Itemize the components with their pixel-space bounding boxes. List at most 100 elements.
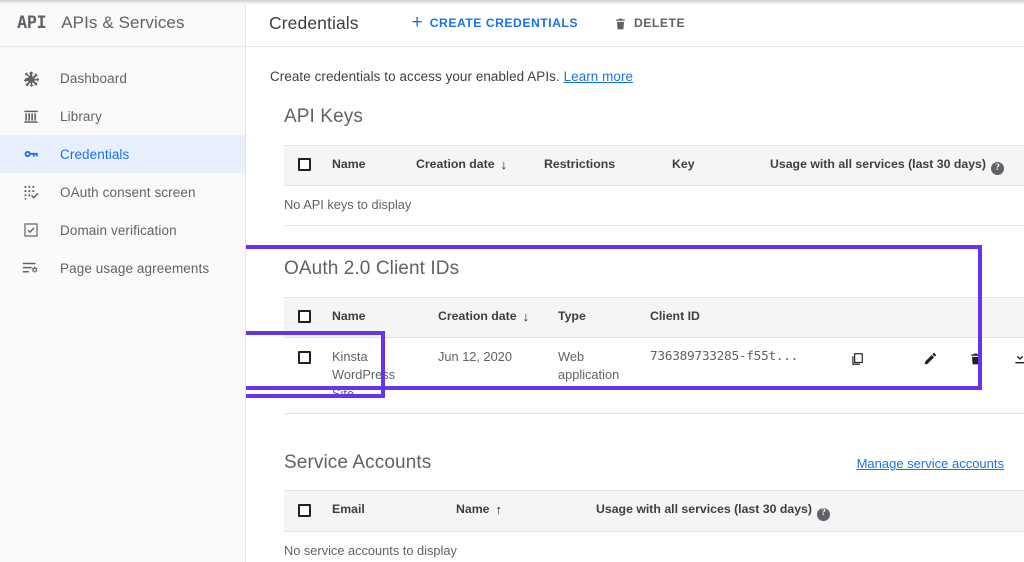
sidebar-nav: Dashboard Library xyxy=(0,47,245,287)
oauth-row-name: Kinsta WordPress Site xyxy=(332,337,438,414)
service-accounts-col-usage-label: Usage with all services (last 30 days) xyxy=(596,502,812,516)
select-all-checkbox[interactable] xyxy=(298,310,311,323)
oauth-clients-header: OAuth 2.0 Client IDs xyxy=(284,258,1024,280)
table-row[interactable]: Kinsta WordPress Site Jun 12, 2020 Web a… xyxy=(284,337,1024,414)
create-credentials-label: CREATE CREDENTIALS xyxy=(430,16,578,30)
checkbox-verified-icon xyxy=(21,220,41,240)
sidebar-item-dashboard[interactable]: Dashboard xyxy=(0,59,245,97)
content-area: Create credentials to access your enable… xyxy=(246,47,1024,562)
service-accounts-empty-row: No service accounts to display xyxy=(284,531,1024,562)
api-keys-col-creation-date-label: Creation date xyxy=(416,157,495,171)
sort-desc-icon: ↓ xyxy=(523,308,530,327)
page-title: Credentials xyxy=(269,13,359,34)
sidebar-item-credentials[interactable]: Credentials xyxy=(0,135,245,173)
select-all-checkbox[interactable] xyxy=(298,504,311,517)
trash-icon xyxy=(614,16,627,31)
sidebar-item-label: Credentials xyxy=(60,147,129,162)
sidebar-item-label: OAuth consent screen xyxy=(60,185,196,200)
create-credentials-button[interactable]: + CREATE CREDENTIALS xyxy=(412,14,578,32)
key-icon xyxy=(21,144,41,164)
oauth-table-header-row: Name Creation date ↓ Type Client ID xyxy=(284,297,1024,337)
oauth-row-actions xyxy=(842,337,1024,414)
plus-icon: + xyxy=(412,13,423,32)
oauth-col-name[interactable]: Name xyxy=(332,297,438,337)
oauth-clients-table: Name Creation date ↓ Type Client ID xyxy=(284,297,1024,414)
sidebar-item-page-usage-agreements[interactable]: Page usage agreements xyxy=(0,249,245,287)
oauth-col-type[interactable]: Type xyxy=(558,297,650,337)
sort-desc-icon: ↓ xyxy=(501,156,508,175)
service-accounts-table-header-row: Email Name ↑ Usage with all services (las… xyxy=(284,491,1024,531)
main-content: Credentials + CREATE CREDENTIALS DELETE … xyxy=(246,0,1024,562)
service-accounts-col-email[interactable]: Email xyxy=(332,491,456,531)
select-all-checkbox[interactable] xyxy=(298,158,311,171)
download-icon[interactable] xyxy=(1009,348,1024,370)
sidebar-item-label: Domain verification xyxy=(60,223,177,238)
oauth-row-type: Web application xyxy=(558,337,650,414)
row-checkbox[interactable] xyxy=(298,351,311,364)
oauth-row-creation-date: Jun 12, 2020 xyxy=(438,337,558,414)
credentials-page: API APIs & Services Dashboard xyxy=(0,0,1024,562)
service-accounts-col-name-label: Name xyxy=(456,502,490,516)
oauth-clients-section: OAuth 2.0 Client IDs Name xyxy=(246,258,1024,414)
api-keys-col-name[interactable]: Name xyxy=(332,146,416,186)
api-keys-col-usage: Usage with all services (last 30 days)? xyxy=(770,146,1024,186)
service-accounts-section: Service Accounts Manage service accounts… xyxy=(246,452,1024,562)
sidebar-header: API APIs & Services xyxy=(0,0,245,47)
intro-sentence: Create credentials to access your enable… xyxy=(270,69,560,84)
help-icon[interactable]: ? xyxy=(817,508,830,521)
api-logo-icon: API xyxy=(17,15,46,32)
sidebar-item-domain-verification[interactable]: Domain verification xyxy=(0,211,245,249)
service-accounts-col-usage: Usage with all services (last 30 days)? xyxy=(596,491,1024,531)
oauth-col-client-id[interactable]: Client ID xyxy=(650,297,842,337)
api-keys-empty-text: No API keys to display xyxy=(284,186,1024,226)
help-icon[interactable]: ? xyxy=(991,162,1004,175)
service-accounts-col-name[interactable]: Name ↑ xyxy=(456,491,596,531)
sidebar-item-oauth-consent-screen[interactable]: OAuth consent screen xyxy=(0,173,245,211)
api-keys-title: API Keys xyxy=(284,106,363,128)
delete-icon[interactable] xyxy=(964,348,986,370)
copy-icon[interactable] xyxy=(846,348,868,370)
oauth-row-type-text: Web application xyxy=(558,348,616,385)
sort-asc-icon: ↑ xyxy=(496,501,503,520)
api-keys-section: API Keys Name Cre xyxy=(246,106,1024,226)
sidebar-item-library[interactable]: Library xyxy=(0,97,245,135)
api-keys-table-header-row: Name Creation date ↓ Restrictions Key Usa… xyxy=(284,146,1024,186)
learn-more-link[interactable]: Learn more xyxy=(564,69,633,84)
oauth-row-select-cell xyxy=(284,337,332,414)
sidebar-item-label: Dashboard xyxy=(60,71,127,86)
sidebar-item-label: Page usage agreements xyxy=(60,261,209,276)
app-title: APIs & Services xyxy=(61,13,184,33)
service-accounts-select-all-header xyxy=(284,491,332,531)
oauth-row-name-text: Kinsta WordPress Site xyxy=(332,348,398,404)
oauth-col-actions xyxy=(842,297,1024,337)
oauth-select-all-header xyxy=(284,297,332,337)
oauth-clients-title: OAuth 2.0 Client IDs xyxy=(284,258,459,280)
dashboard-move-icon xyxy=(21,68,41,88)
api-keys-col-restrictions[interactable]: Restrictions xyxy=(544,146,672,186)
manage-service-accounts-link[interactable]: Manage service accounts xyxy=(857,456,1004,471)
oauth-col-creation-date[interactable]: Creation date ↓ xyxy=(438,297,558,337)
service-accounts-title: Service Accounts xyxy=(284,452,431,474)
service-accounts-empty-text: No service accounts to display xyxy=(284,531,1024,562)
sidebar: API APIs & Services Dashboard xyxy=(0,0,246,562)
oauth-consent-icon xyxy=(21,182,41,202)
edit-icon[interactable] xyxy=(920,348,942,370)
sidebar-item-label: Library xyxy=(60,109,102,124)
api-keys-empty-row: No API keys to display xyxy=(284,186,1024,226)
intro-text: Create credentials to access your enable… xyxy=(246,47,1024,84)
api-keys-table: Name Creation date ↓ Restrictions Key Usa… xyxy=(284,145,1024,226)
api-keys-header: API Keys xyxy=(284,106,1024,128)
page-usage-agreements-icon xyxy=(21,258,41,278)
service-accounts-table: Email Name ↑ Usage with all services (las… xyxy=(284,490,1024,562)
oauth-row-client-id: 736389733285-f55t... xyxy=(650,337,842,414)
main-header: Credentials + CREATE CREDENTIALS DELETE xyxy=(246,0,1024,47)
api-keys-col-usage-label: Usage with all services (last 30 days) xyxy=(770,157,986,171)
service-accounts-header: Service Accounts Manage service accounts xyxy=(284,452,1024,474)
api-keys-col-creation-date[interactable]: Creation date ↓ xyxy=(416,146,544,186)
delete-label: DELETE xyxy=(634,16,685,30)
api-keys-select-all-header xyxy=(284,146,332,186)
library-icon xyxy=(21,106,41,126)
delete-button[interactable]: DELETE xyxy=(614,16,685,31)
api-keys-col-key[interactable]: Key xyxy=(672,146,770,186)
oauth-col-creation-date-label: Creation date xyxy=(438,309,517,323)
